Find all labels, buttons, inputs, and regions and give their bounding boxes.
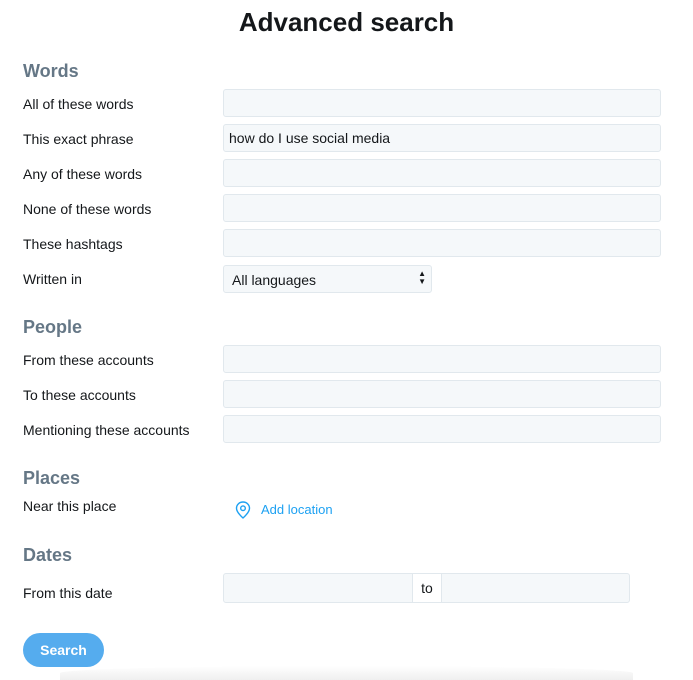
to-date-input[interactable]: [441, 573, 630, 603]
exact-phrase-label: This exact phrase: [23, 131, 134, 147]
from-accounts-label: From these accounts: [23, 352, 154, 368]
section-heading-dates: Dates: [23, 545, 73, 565]
none-words-input[interactable]: [223, 194, 661, 222]
date-to-label: to: [413, 573, 441, 603]
language-select-value: All languages: [232, 272, 317, 288]
any-words-label: Any of these words: [23, 166, 143, 182]
location-pin-icon: [235, 501, 251, 519]
section-heading-words: Words: [23, 61, 79, 81]
section-heading-people: People: [23, 317, 83, 337]
mentioning-accounts-input[interactable]: [223, 415, 661, 443]
any-words-input[interactable]: [223, 159, 661, 187]
section-heading-places: Places: [23, 468, 81, 488]
near-place-label: Near this place: [23, 498, 117, 514]
select-arrows-icon: ▲ ▼: [418, 269, 426, 286]
from-date-label: From this date: [23, 585, 113, 601]
from-date-input[interactable]: [223, 573, 413, 603]
mentioning-accounts-label: Mentioning these accounts: [23, 422, 190, 438]
page-title: Advanced search: [238, 7, 455, 37]
none-words-label: None of these words: [23, 201, 152, 217]
all-words-label: All of these words: [23, 96, 134, 112]
bottom-shadow: [60, 666, 633, 680]
hashtags-input[interactable]: [223, 229, 661, 257]
from-accounts-input[interactable]: [223, 345, 661, 373]
exact-phrase-input[interactable]: [223, 124, 661, 152]
all-words-input[interactable]: [223, 89, 661, 117]
to-accounts-input[interactable]: [223, 380, 661, 408]
to-accounts-label: To these accounts: [23, 387, 136, 403]
language-label: Written in: [23, 271, 82, 287]
language-select[interactable]: All languages ▲ ▼: [223, 265, 432, 293]
search-button[interactable]: Search: [23, 633, 104, 667]
hashtags-label: These hashtags: [23, 236, 123, 252]
add-location-label: Add location: [261, 502, 333, 517]
